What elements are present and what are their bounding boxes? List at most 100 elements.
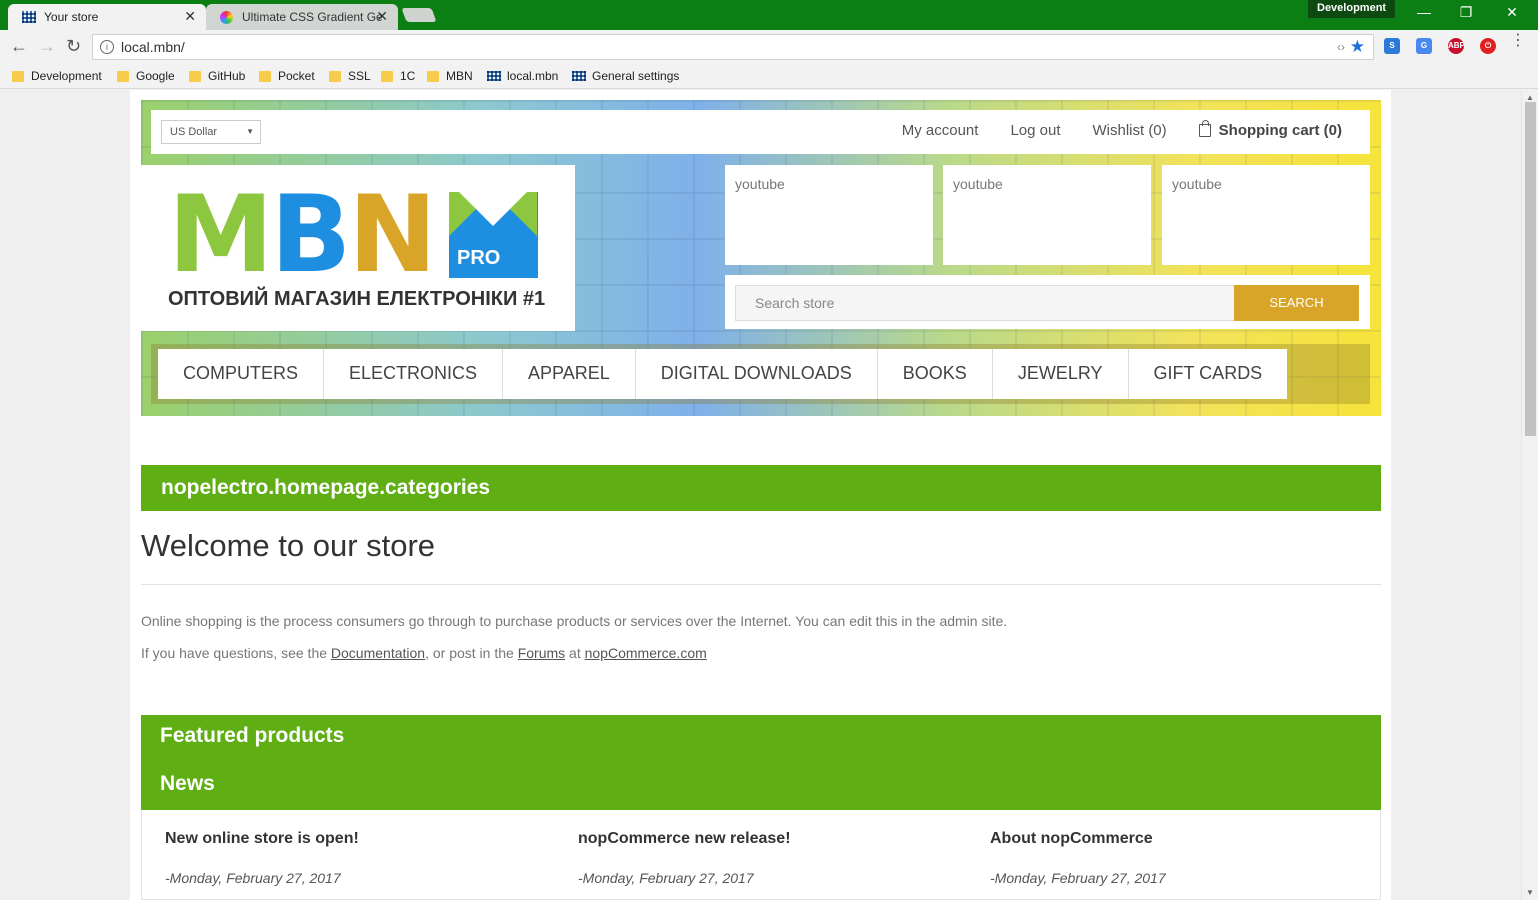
power-icon[interactable]: ⏻ xyxy=(1480,38,1496,54)
folder-icon xyxy=(329,70,341,82)
search-button[interactable]: SEARCH xyxy=(1234,285,1359,321)
bookmark-label: General settings xyxy=(592,69,680,83)
header-links: My account Log out Wishlist (0) Shopping… xyxy=(902,120,1342,139)
page-viewport: US Dollar ▼ My account Log out Wishlist … xyxy=(0,90,1538,900)
menu-dots-icon[interactable]: ⋮ xyxy=(1510,33,1526,49)
menu-item-digital-downloads[interactable]: DIGITAL DOWNLOADS xyxy=(636,349,878,399)
bookmark-label: Pocket xyxy=(278,69,315,83)
folder-icon xyxy=(117,70,129,82)
tab-title: Your store xyxy=(44,10,99,24)
scroll-down-icon[interactable]: ▼ xyxy=(1526,888,1534,897)
bookmark-label: 1C xyxy=(400,69,416,83)
featured-news-header: Featured products News xyxy=(141,715,1381,810)
my-account-link[interactable]: My account xyxy=(902,122,979,139)
bookmark-ssl[interactable]: SSL xyxy=(329,69,371,83)
intro-text: Online shopping is the process consumers… xyxy=(141,613,1008,629)
bookmark-mbn[interactable]: MBN xyxy=(427,69,473,83)
cart-label: Shopping cart (0) xyxy=(1218,122,1342,139)
bookmark-local-mbn[interactable]: local.mbn xyxy=(487,69,558,83)
bookmarks-bar: Development Google GitHub Pocket SSL 1C … xyxy=(0,64,1538,89)
top-menu: COMPUTERS ELECTRONICS APPAREL DIGITAL DO… xyxy=(158,349,1288,399)
google-translate-icon[interactable]: G xyxy=(1416,38,1432,54)
bookmark-google[interactable]: Google xyxy=(117,69,175,83)
back-arrow-icon[interactable]: ← xyxy=(10,36,28,57)
store-page: US Dollar ▼ My account Log out Wishlist … xyxy=(130,90,1391,900)
bookmark-pocket[interactable]: Pocket xyxy=(259,69,315,83)
bookmark-star-icon[interactable]: ★ xyxy=(1350,35,1365,59)
grid-icon xyxy=(572,71,586,81)
forward-arrow-icon[interactable]: → xyxy=(38,36,56,57)
bookmark-label: GitHub xyxy=(208,69,246,83)
menu-item-electronics[interactable]: ELECTRONICS xyxy=(324,349,504,399)
close-tab-icon[interactable]: ✕ xyxy=(184,8,196,25)
news-heading: News xyxy=(160,772,215,795)
store-favicon-icon xyxy=(22,11,36,23)
youtube-embed-1[interactable]: youtube xyxy=(725,165,933,265)
tab-strip: Your store ✕ Ultimate CSS Gradient Gener… xyxy=(0,0,1538,30)
documentation-link[interactable]: Documentation xyxy=(331,645,425,661)
news-date: -Monday, February 27, 2017 xyxy=(165,870,341,886)
currency-value: US Dollar xyxy=(170,126,218,138)
bookmark-label: MBN xyxy=(446,69,473,83)
info-icon[interactable]: i xyxy=(100,40,114,54)
logo-letter-m: M xyxy=(168,173,273,296)
adblock-icon[interactable]: ABP xyxy=(1448,38,1465,54)
bookmark-label: Google xyxy=(136,69,175,83)
tab-your-store[interactable]: Your store ✕ xyxy=(8,4,206,30)
bookmark-general-settings[interactable]: General settings xyxy=(572,69,679,83)
browser-toolbar: ← → ↻ i local.mbn/ ‹› ★ S G ABP ⏻ ⋮ xyxy=(0,30,1538,64)
bookmark-1c[interactable]: 1C xyxy=(381,69,415,83)
divider xyxy=(141,584,1381,585)
close-window-icon[interactable]: ✕ xyxy=(1502,4,1522,21)
featured-products-heading: Featured products xyxy=(160,724,345,747)
menu-item-jewelry[interactable]: JEWELRY xyxy=(993,349,1129,399)
close-tab-icon[interactable]: ✕ xyxy=(376,8,388,25)
bookmark-label: Development xyxy=(31,69,102,83)
gradient-favicon-icon xyxy=(220,11,233,24)
questions-at: at xyxy=(565,645,585,661)
news-date: -Monday, February 27, 2017 xyxy=(990,870,1166,886)
menu-item-computers[interactable]: COMPUTERS xyxy=(158,349,325,399)
restore-icon[interactable]: ❐ xyxy=(1456,4,1476,21)
menu-item-gift-cards[interactable]: GIFT CARDS xyxy=(1129,349,1288,399)
menu-item-apparel[interactable]: APPAREL xyxy=(503,349,636,399)
shopping-cart-link[interactable]: Shopping cart (0) xyxy=(1198,120,1342,139)
folder-icon xyxy=(12,70,24,82)
bookmark-label: SSL xyxy=(348,69,371,83)
grid-icon xyxy=(487,71,501,81)
minimize-icon[interactable]: — xyxy=(1414,4,1434,20)
profile-badge[interactable]: Development xyxy=(1308,0,1396,18)
news-title[interactable]: nopCommerce new release! xyxy=(578,830,958,848)
youtube-embed-2[interactable]: youtube xyxy=(943,165,1151,265)
news-item: About nopCommerce -Monday, February 27, … xyxy=(990,830,1370,886)
wishlist-link[interactable]: Wishlist (0) xyxy=(1092,122,1166,139)
chevron-down-icon: ▼ xyxy=(246,127,254,136)
log-out-link[interactable]: Log out xyxy=(1010,122,1060,139)
news-list: New online store is open! -Monday, Febru… xyxy=(141,810,1381,900)
news-title[interactable]: About nopCommerce xyxy=(990,830,1370,848)
store-logo[interactable]: M B N PRO ОПТОВИЙ МАГАЗИН ЕЛЕКТРОНІКИ #1 xyxy=(141,165,575,331)
currency-selector[interactable]: US Dollar ▼ xyxy=(161,120,261,144)
search-input[interactable]: Search store xyxy=(735,285,1235,321)
news-title[interactable]: New online store is open! xyxy=(165,830,545,848)
header-links-bar: US Dollar ▼ My account Log out Wishlist … xyxy=(151,110,1370,154)
bookmark-development[interactable]: Development xyxy=(12,69,102,83)
logo-pro: PRO xyxy=(457,247,501,269)
bookmark-label: local.mbn xyxy=(507,69,559,83)
news-item: nopCommerce new release! -Monday, Februa… xyxy=(578,830,958,886)
tab-gradient-generator[interactable]: Ultimate CSS Gradient Generator ✕ xyxy=(206,4,398,30)
translate-icon[interactable]: ‹› xyxy=(1337,35,1345,59)
forums-link[interactable]: Forums xyxy=(518,645,565,661)
bookmark-github[interactable]: GitHub xyxy=(189,69,245,83)
youtube-embed-3[interactable]: youtube xyxy=(1162,165,1370,265)
questions-mid: , or post in the xyxy=(425,645,518,661)
menu-item-books[interactable]: BOOKS xyxy=(878,349,993,399)
scroll-thumb[interactable] xyxy=(1525,102,1536,436)
address-bar[interactable]: i local.mbn/ ‹› ★ xyxy=(92,34,1374,60)
new-tab-button[interactable] xyxy=(401,8,437,22)
reload-icon[interactable]: ↻ xyxy=(66,36,81,57)
extension-s-icon[interactable]: S xyxy=(1384,38,1400,54)
scroll-up-icon[interactable]: ▲ xyxy=(1526,93,1534,102)
nopcommerce-link[interactable]: nopCommerce.com xyxy=(585,645,707,661)
page-scrollbar[interactable]: ▲ ▼ xyxy=(1521,90,1538,900)
